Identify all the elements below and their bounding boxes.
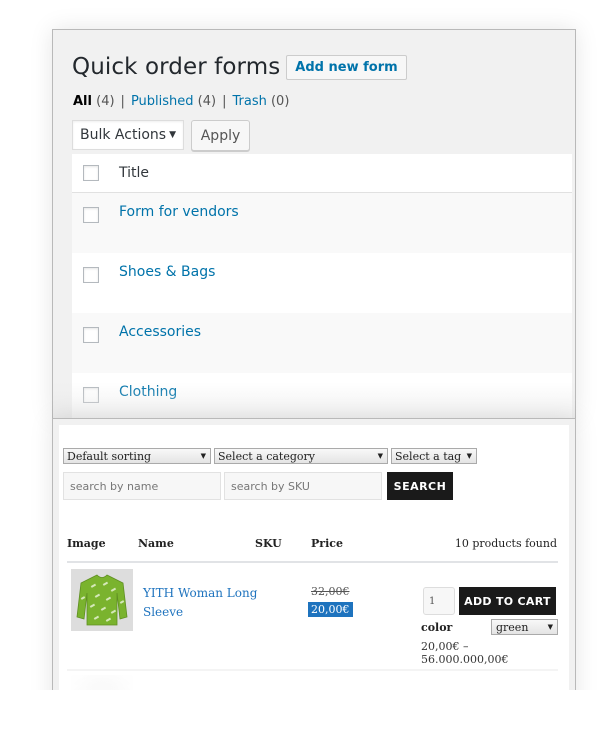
table-row: Shoes & Bags bbox=[72, 253, 572, 313]
separator: | bbox=[222, 94, 227, 109]
table-row: Clothing bbox=[72, 373, 572, 418]
row-checkbox[interactable] bbox=[83, 327, 99, 343]
products-found-count: 10 products found bbox=[454, 537, 557, 550]
chevron-down-icon: ▼ bbox=[169, 130, 176, 140]
color-select[interactable]: green ▼ bbox=[491, 619, 558, 635]
row-checkbox[interactable] bbox=[83, 387, 99, 403]
regular-price: 32,00€ bbox=[311, 585, 350, 598]
color-value: green bbox=[496, 620, 529, 634]
quick-order-form: Default sorting ▼ Select a category ▼ Se… bbox=[59, 425, 569, 730]
forms-table: Title Form for vendors Shoes & Bags Acce… bbox=[72, 154, 572, 418]
table-header: Title bbox=[72, 154, 572, 193]
page-title-row: Quick order forms Add new form bbox=[72, 54, 407, 80]
search-bar: search by name search by SKU SEARCH bbox=[63, 472, 453, 500]
column-price: Price bbox=[311, 537, 343, 550]
header-divider bbox=[67, 561, 558, 563]
status-filter-links: All (4) | Published (4) | Trash (0) bbox=[73, 94, 289, 109]
filter-all[interactable]: All bbox=[73, 94, 92, 109]
row-checkbox[interactable] bbox=[83, 267, 99, 283]
chevron-down-icon: ▼ bbox=[377, 452, 383, 460]
filter-published-count: (4) bbox=[197, 94, 217, 109]
add-new-form-button[interactable]: Add new form bbox=[286, 54, 407, 80]
row-title-link[interactable]: Form for vendors bbox=[119, 204, 239, 220]
row-title-link[interactable]: Shoes & Bags bbox=[119, 264, 215, 280]
sweater-icon bbox=[76, 574, 128, 626]
row-checkbox[interactable] bbox=[83, 207, 99, 223]
filter-bar: Default sorting ▼ Select a category ▼ Se… bbox=[63, 448, 477, 464]
bulk-actions-value: Bulk Actions bbox=[80, 127, 167, 143]
admin-forms-panel: Quick order forms Add new form All (4) | P… bbox=[52, 29, 576, 418]
category-value: Select a category bbox=[218, 449, 315, 463]
category-select[interactable]: Select a category ▼ bbox=[214, 448, 388, 464]
row-title-link[interactable]: Clothing bbox=[119, 384, 177, 400]
search-by-name-input[interactable]: search by name bbox=[63, 472, 221, 500]
filter-all-count: (4) bbox=[96, 94, 115, 109]
column-title[interactable]: Title bbox=[119, 165, 149, 181]
chevron-down-icon: ▼ bbox=[547, 623, 553, 631]
product-thumbnail[interactable] bbox=[71, 569, 133, 631]
product-name-link[interactable]: YITH Woman Long Sleeve bbox=[143, 584, 258, 622]
filter-trash[interactable]: Trash bbox=[232, 94, 266, 109]
search-button[interactable]: SEARCH bbox=[387, 472, 453, 500]
filter-trash-count: (0) bbox=[270, 94, 290, 109]
sale-price: 20,00€ bbox=[308, 602, 353, 617]
bulk-actions-select[interactable]: Bulk Actions ▼ bbox=[72, 120, 184, 150]
tag-value: Select a tag bbox=[395, 449, 462, 463]
page-title: Quick order forms bbox=[72, 54, 281, 80]
column-image: Image bbox=[67, 537, 106, 550]
table-row: Accessories bbox=[72, 313, 572, 373]
quantity-input[interactable]: 1 bbox=[423, 587, 455, 615]
sorting-value: Default sorting bbox=[67, 449, 152, 463]
column-sku: SKU bbox=[255, 537, 282, 550]
attribute-label: color bbox=[421, 621, 453, 634]
apply-button[interactable]: Apply bbox=[191, 120, 250, 151]
select-all-checkbox[interactable] bbox=[83, 165, 99, 181]
row-title-link[interactable]: Accessories bbox=[119, 324, 201, 340]
product-row: YITH Woman Long Sleeve 32,00€ 20,00€ 1 A… bbox=[67, 565, 558, 666]
quick-order-frontend-panel: Default sorting ▼ Select a category ▼ Se… bbox=[52, 418, 576, 730]
sorting-select[interactable]: Default sorting ▼ bbox=[63, 448, 211, 464]
separator: | bbox=[120, 94, 125, 109]
bulk-actions-bar: Bulk Actions ▼ Apply bbox=[72, 120, 250, 151]
products-table-header: Image Name SKU Price 10 products found bbox=[67, 537, 557, 561]
chevron-down-icon: ▼ bbox=[200, 452, 206, 460]
page-bottom-fade bbox=[0, 690, 600, 730]
filter-published[interactable]: Published bbox=[131, 94, 194, 109]
tag-select[interactable]: Select a tag ▼ bbox=[391, 448, 477, 464]
table-row: Form for vendors bbox=[72, 193, 572, 253]
search-by-sku-input[interactable]: search by SKU bbox=[224, 472, 382, 500]
chevron-down-icon: ▼ bbox=[466, 452, 472, 460]
column-name: Name bbox=[138, 537, 174, 550]
add-to-cart-button[interactable]: ADD TO CART bbox=[459, 587, 556, 615]
